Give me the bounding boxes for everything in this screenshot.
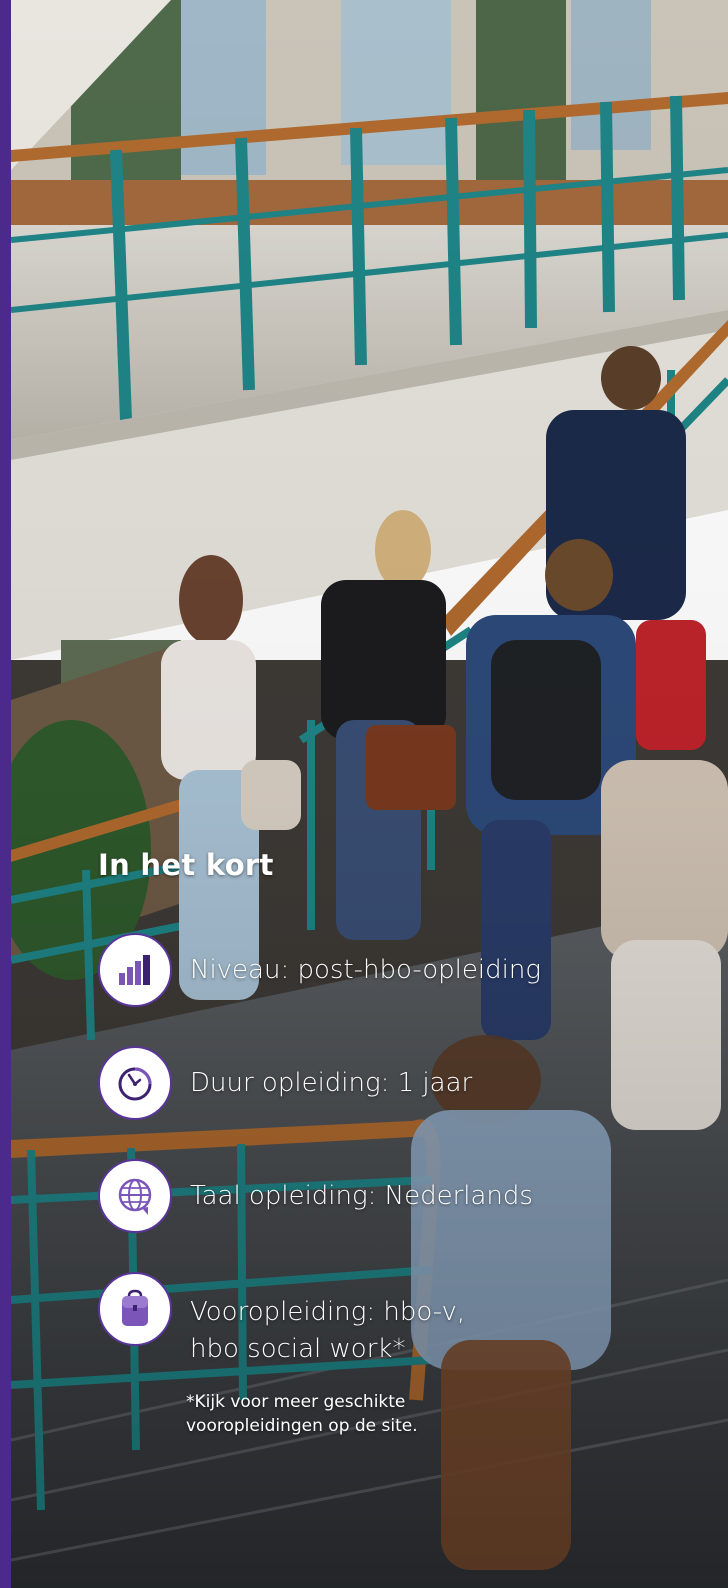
backpack-icon — [98, 1272, 172, 1346]
level-bars-icon — [98, 933, 172, 1007]
globe-speech-icon — [98, 1159, 172, 1233]
info-text-vooropleiding: Vooropleiding: hbo-v, hbo social work* — [190, 1294, 465, 1368]
info-item-duur: Duur opleiding: 1 jaar — [98, 1046, 472, 1120]
info-text-duur: Duur opleiding: 1 jaar — [190, 1067, 473, 1098]
info-item-vooropleiding: Vooropleiding: hbo-v, hbo social work* — [98, 1272, 465, 1368]
info-text-vooropleiding-line2: hbo social work* — [190, 1334, 406, 1364]
in-het-kort-panel: In het kort Niveau: post-hbo-opleiding D… — [0, 0, 728, 1588]
info-text-vooropleiding-line1: Vooropleiding: hbo-v, — [190, 1297, 466, 1327]
footnote-line1: *Kijk voor meer geschikte — [186, 1392, 406, 1412]
info-text-niveau: Niveau: post-hbo-opleiding — [190, 954, 541, 985]
info-item-taal: Taal opleiding: Nederlands — [98, 1159, 533, 1233]
footnote: *Kijk voor meer geschikte vooropleidinge… — [186, 1390, 418, 1438]
info-text-taal: Taal opleiding: Nederlands — [190, 1180, 533, 1211]
info-item-niveau: Niveau: post-hbo-opleiding — [98, 933, 541, 1007]
footnote-line2: vooropleidingen op de site. — [186, 1416, 418, 1436]
clock-icon — [98, 1046, 172, 1120]
section-title: In het kort — [98, 848, 274, 882]
